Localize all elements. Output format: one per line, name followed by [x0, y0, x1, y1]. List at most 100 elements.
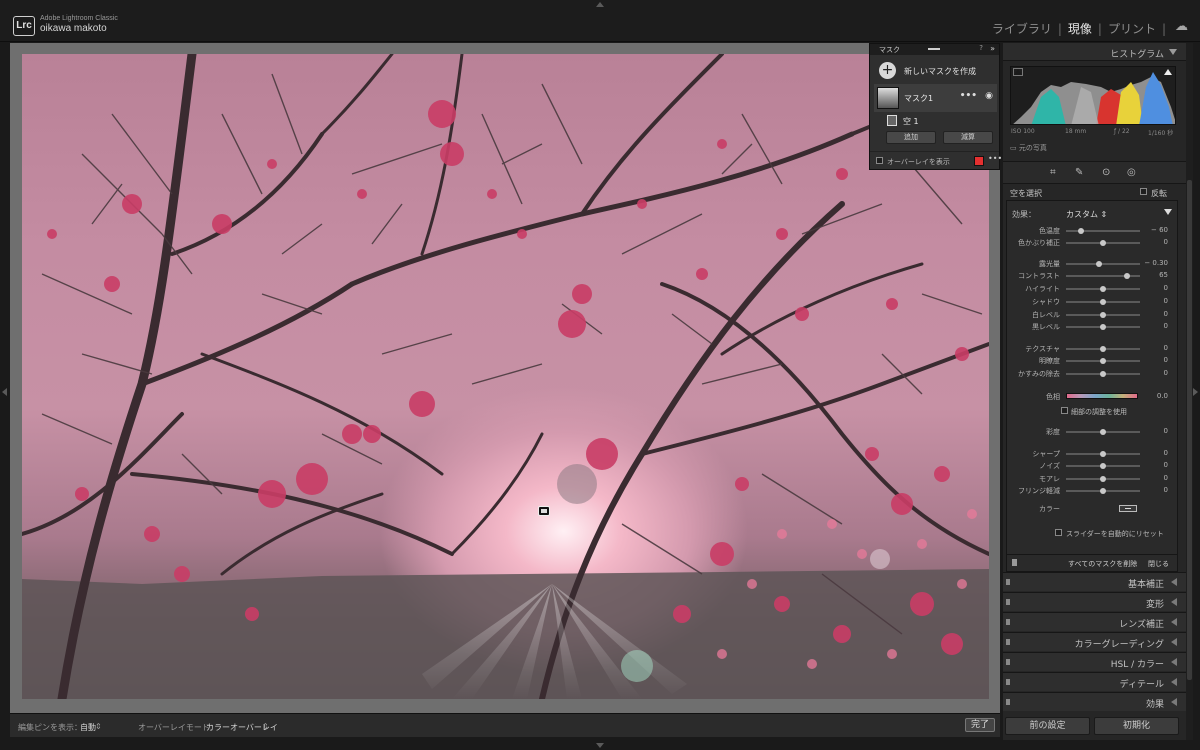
section-switch-icon[interactable] — [1006, 679, 1010, 685]
effect-preset-select[interactable]: カスタム ⇕ — [1066, 209, 1107, 220]
scrollbar-thumb[interactable] — [1187, 180, 1192, 680]
left-panel-toggle-icon[interactable] — [2, 388, 7, 396]
slider-knob[interactable] — [1100, 299, 1106, 305]
top-panel-toggle-icon[interactable] — [596, 2, 604, 7]
adjust-slider[interactable] — [1066, 240, 1140, 246]
crop-icon[interactable]: ⌗ — [1050, 167, 1056, 178]
collapse-icon[interactable]: » — [990, 44, 995, 53]
slider-knob[interactable] — [1100, 358, 1106, 364]
show-overlay-checkbox[interactable] — [876, 157, 883, 164]
more-options-icon[interactable]: ••• — [988, 154, 1002, 163]
adjust-slider[interactable] — [1066, 228, 1140, 234]
panel-section-header[interactable]: 効果 — [1003, 692, 1186, 711]
masking-icon[interactable]: ◎ — [1127, 167, 1136, 178]
previous-settings-button[interactable]: 前の設定 — [1005, 717, 1090, 735]
module-develop[interactable]: 現像 — [1062, 20, 1098, 37]
slider-knob[interactable] — [1123, 273, 1130, 279]
slider-knob[interactable] — [1100, 371, 1106, 377]
slider-knob[interactable] — [1100, 286, 1106, 292]
slider-knob[interactable] — [1100, 346, 1106, 352]
cloud-icon[interactable]: ☁ — [1175, 19, 1188, 34]
panel-section-header[interactable]: 変形 — [1003, 592, 1186, 611]
adjust-slider[interactable] — [1066, 346, 1140, 352]
eye-icon[interactable]: ◉ — [985, 91, 993, 101]
lrc-logo: Lrc — [13, 16, 35, 36]
adjust-slider[interactable] — [1066, 488, 1140, 494]
panel-section-header[interactable]: HSL / カラー — [1003, 652, 1186, 671]
panel-section-header[interactable]: レンズ補正 — [1003, 612, 1186, 631]
invert-checkbox[interactable] — [1140, 188, 1147, 195]
help-icon[interactable]: ? — [979, 44, 983, 52]
histogram-header[interactable]: ヒストグラム — [1003, 43, 1186, 61]
overlay-row: オーバーレイを表示 ••• — [870, 151, 1002, 169]
create-new-mask-button[interactable]: 新しいマスクを作成 — [904, 66, 976, 77]
section-switch-icon[interactable] — [1006, 659, 1010, 665]
plus-icon[interactable]: + — [879, 62, 896, 79]
drag-handle-icon[interactable] — [928, 48, 940, 50]
section-switch-icon[interactable] — [1006, 639, 1010, 645]
adjust-slider[interactable] — [1066, 299, 1140, 305]
mask-panel-header[interactable]: マスク ? » — [870, 44, 999, 55]
red-eye-icon[interactable]: ⊙ — [1102, 167, 1110, 178]
adjust-slider[interactable] — [1066, 476, 1140, 482]
adjust-slider[interactable] — [1066, 273, 1140, 279]
subtract-mask-button[interactable]: 減算 — [943, 131, 993, 144]
heal-icon[interactable]: ✎ — [1075, 167, 1083, 178]
shadow-clipping-icon[interactable] — [1013, 68, 1023, 76]
adjust-slider[interactable] — [1066, 451, 1140, 457]
histogram[interactable] — [1010, 66, 1176, 125]
adjust-slider[interactable] — [1066, 261, 1140, 267]
slider-knob[interactable] — [1100, 324, 1106, 330]
section-switch-icon[interactable] — [1006, 599, 1010, 605]
delete-all-masks-button[interactable]: すべてのマスクを削除 — [1068, 559, 1137, 569]
slider-knob[interactable] — [1100, 463, 1106, 469]
close-masks-button[interactable]: 閉じる — [1148, 559, 1169, 569]
sub-mask-item[interactable]: 空 1 — [885, 114, 997, 128]
right-panel-toggle-icon[interactable] — [1193, 388, 1198, 396]
reset-button[interactable]: 初期化 — [1094, 717, 1179, 735]
show-pins-select[interactable]: 自動 — [80, 722, 96, 733]
section-switch-icon[interactable] — [1006, 619, 1010, 625]
mask-item[interactable]: マスク1 ••• ◉ — [874, 84, 997, 112]
adjust-slider[interactable] — [1066, 429, 1140, 435]
auto-reset-checkbox[interactable] — [1055, 529, 1062, 536]
overlay-color-swatch[interactable] — [974, 156, 984, 166]
slider-value: 65 — [1159, 271, 1168, 279]
module-print[interactable]: プリント — [1102, 20, 1162, 37]
color-swatch[interactable] — [1119, 505, 1137, 512]
slider-knob[interactable] — [1077, 228, 1084, 234]
slider-knob[interactable] — [1100, 240, 1106, 246]
edit-pin-icon[interactable] — [538, 506, 550, 516]
adjust-slider[interactable] — [1066, 324, 1140, 330]
hue-slider[interactable] — [1066, 393, 1138, 399]
adjust-slider[interactable] — [1066, 371, 1140, 377]
slider-knob[interactable] — [1100, 312, 1106, 318]
done-button[interactable]: 完了 — [965, 718, 995, 732]
slider-label: シャープ — [1032, 450, 1060, 458]
adjust-slider[interactable] — [1066, 463, 1140, 469]
slider-knob[interactable] — [1100, 451, 1106, 457]
panel-section-header[interactable]: ディテール — [1003, 672, 1186, 691]
section-switch-icon[interactable] — [1006, 699, 1010, 705]
slider-knob[interactable] — [1100, 488, 1106, 494]
module-library[interactable]: ライブラリ — [986, 20, 1058, 37]
adjust-slider[interactable] — [1066, 358, 1140, 364]
highlight-clipping-icon[interactable] — [1164, 69, 1172, 75]
more-options-icon[interactable]: ••• — [960, 91, 977, 101]
bottom-toolbar: 編集ピンを表示： 自動 ⇕ オーバーレイモード： カラーオーバーレイ ⇕ — [10, 713, 1000, 737]
panel-switch-icon[interactable] — [1012, 559, 1017, 566]
fine-adjust-checkbox[interactable] — [1061, 407, 1068, 414]
effect-collapse-icon[interactable] — [1164, 209, 1172, 215]
slider-knob[interactable] — [1100, 476, 1106, 482]
adjust-slider[interactable] — [1066, 312, 1140, 318]
bottom-panel-toggle-icon[interactable] — [596, 743, 604, 748]
adjust-slider[interactable] — [1066, 286, 1140, 292]
slider-label: コントラスト — [1018, 272, 1060, 280]
section-switch-icon[interactable] — [1006, 579, 1010, 585]
photo-preview[interactable] — [22, 54, 989, 699]
slider-knob[interactable] — [1100, 429, 1106, 435]
add-mask-button[interactable]: 追加 — [886, 131, 936, 144]
panel-section-header[interactable]: カラーグレーディング — [1003, 632, 1186, 651]
original-photo-toggle[interactable]: ▭ 元の写真 — [1010, 143, 1047, 153]
panel-section-header[interactable]: 基本補正 — [1003, 572, 1186, 591]
